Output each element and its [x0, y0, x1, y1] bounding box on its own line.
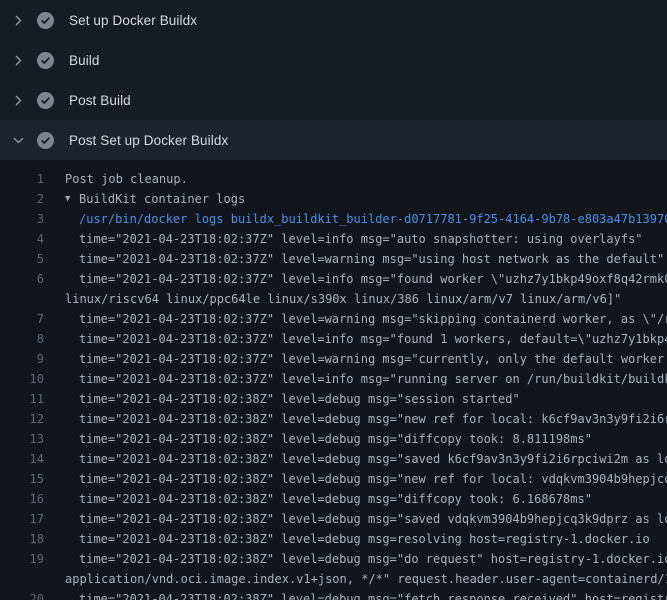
- log-line: 11 time="2021-04-23T18:02:38Z" level=deb…: [0, 389, 667, 409]
- log-line: application/vnd.oci.image.index.v1+json,…: [0, 569, 667, 589]
- log-line: 10 time="2021-04-23T18:02:37Z" level=inf…: [0, 369, 667, 389]
- log-line: 19 time="2021-04-23T18:02:38Z" level=deb…: [0, 549, 667, 569]
- log-line-number[interactable]: 6: [0, 269, 44, 289]
- step-title: Set up Docker Buildx: [69, 13, 197, 28]
- log-line: 18 time="2021-04-23T18:02:38Z" level=deb…: [0, 529, 667, 549]
- step-header-set-up-docker-buildx[interactable]: Set up Docker Buildx: [0, 0, 667, 40]
- chevron-icon[interactable]: [11, 13, 25, 27]
- log-line: 13 time="2021-04-23T18:02:38Z" level=deb…: [0, 429, 667, 449]
- log-line: 2 ▼ BuildKit container logs: [0, 189, 667, 209]
- log-line-text: time="2021-04-23T18:02:38Z" level=debug …: [79, 429, 592, 449]
- log-output: 1 Post job cleanup. 2 ▼ BuildKit contain…: [0, 160, 667, 600]
- steps-list: Set up Docker Buildx Build: [0, 0, 667, 160]
- log-line-number[interactable]: 13: [0, 429, 44, 449]
- log-line: 3 /usr/bin/docker logs buildx_buildkit_b…: [0, 209, 667, 229]
- log-line-text: time="2021-04-23T18:02:37Z" level=warnin…: [79, 309, 667, 329]
- log-line-text: time="2021-04-23T18:02:38Z" level=debug …: [79, 449, 667, 469]
- log-line-text: application/vnd.oci.image.index.v1+json,…: [65, 569, 667, 589]
- log-line-number[interactable]: 8: [0, 329, 44, 349]
- check-circle-icon: [37, 12, 54, 29]
- group-collapse-icon[interactable]: ▼: [65, 189, 79, 209]
- log-line-text: time="2021-04-23T18:02:38Z" level=debug …: [79, 509, 667, 529]
- log-line-number[interactable]: 1: [0, 169, 44, 189]
- log-line-number[interactable]: 14: [0, 449, 44, 469]
- chevron-icon[interactable]: [11, 53, 25, 67]
- step-title: Build: [69, 53, 100, 68]
- log-line-text: Post job cleanup.: [65, 169, 188, 189]
- check-circle-icon: [37, 92, 54, 109]
- log-line-number[interactable]: 20: [0, 589, 44, 600]
- log-line-text: time="2021-04-23T18:02:37Z" level=info m…: [79, 369, 667, 389]
- step-header-post-set-up-docker-buildx[interactable]: Post Set up Docker Buildx: [0, 120, 667, 160]
- log-line: 7 time="2021-04-23T18:02:37Z" level=warn…: [0, 309, 667, 329]
- step-header-build[interactable]: Build: [0, 40, 667, 80]
- log-line-text: time="2021-04-23T18:02:37Z" level=info m…: [79, 329, 667, 349]
- log-line: 1 Post job cleanup.: [0, 169, 667, 189]
- log-line-number[interactable]: 2: [0, 189, 44, 209]
- log-line-number[interactable]: 19: [0, 549, 44, 569]
- log-line: 12 time="2021-04-23T18:02:38Z" level=deb…: [0, 409, 667, 429]
- log-line-number[interactable]: 4: [0, 229, 44, 249]
- log-line-text: time="2021-04-23T18:02:37Z" level=info m…: [79, 269, 667, 289]
- step-title: Post Set up Docker Buildx: [69, 133, 228, 148]
- log-line-text: time="2021-04-23T18:02:37Z" level=warnin…: [79, 349, 667, 369]
- log-line-number[interactable]: 15: [0, 469, 44, 489]
- log-line-text: time="2021-04-23T18:02:38Z" level=debug …: [79, 549, 667, 569]
- log-line-number[interactable]: 3: [0, 209, 44, 229]
- log-line-text: BuildKit container logs: [79, 189, 245, 209]
- log-line-number[interactable]: 9: [0, 349, 44, 369]
- log-line-text: time="2021-04-23T18:02:38Z" level=debug …: [79, 529, 650, 549]
- log-line: 6 time="2021-04-23T18:02:37Z" level=info…: [0, 269, 667, 289]
- log-line-text: time="2021-04-23T18:02:37Z" level=warnin…: [79, 249, 664, 269]
- log-line-number[interactable]: 12: [0, 409, 44, 429]
- log-line-number[interactable]: 16: [0, 489, 44, 509]
- log-line-text: /usr/bin/docker logs buildx_buildkit_bui…: [79, 209, 667, 229]
- log-line: 17 time="2021-04-23T18:02:38Z" level=deb…: [0, 509, 667, 529]
- log-line: 4 time="2021-04-23T18:02:37Z" level=info…: [0, 229, 667, 249]
- log-line: linux/riscv64 linux/ppc64le linux/s390x …: [0, 289, 667, 309]
- log-line-number[interactable]: 11: [0, 389, 44, 409]
- step-header-post-build[interactable]: Post Build: [0, 80, 667, 120]
- log-line-number[interactable]: [0, 289, 44, 309]
- log-line: 5 time="2021-04-23T18:02:37Z" level=warn…: [0, 249, 667, 269]
- log-line-number[interactable]: 17: [0, 509, 44, 529]
- log-line: 14 time="2021-04-23T18:02:38Z" level=deb…: [0, 449, 667, 469]
- log-line: 8 time="2021-04-23T18:02:37Z" level=info…: [0, 329, 667, 349]
- log-line-number[interactable]: 7: [0, 309, 44, 329]
- log-line-text: time="2021-04-23T18:02:38Z" level=debug …: [79, 409, 667, 429]
- check-circle-icon: [37, 52, 54, 69]
- log-line-text: time="2021-04-23T18:02:38Z" level=debug …: [79, 589, 667, 600]
- log-line-number[interactable]: 5: [0, 249, 44, 269]
- log-line-text: time="2021-04-23T18:02:37Z" level=info m…: [79, 229, 643, 249]
- log-line: 15 time="2021-04-23T18:02:38Z" level=deb…: [0, 469, 667, 489]
- log-line-text: time="2021-04-23T18:02:38Z" level=debug …: [79, 489, 592, 509]
- log-line-number[interactable]: 10: [0, 369, 44, 389]
- chevron-icon[interactable]: [11, 133, 25, 147]
- log-line-text: linux/riscv64 linux/ppc64le linux/s390x …: [65, 289, 621, 309]
- log-line-text: time="2021-04-23T18:02:38Z" level=debug …: [79, 469, 667, 489]
- log-line: 9 time="2021-04-23T18:02:37Z" level=warn…: [0, 349, 667, 369]
- log-line: 20 time="2021-04-23T18:02:38Z" level=deb…: [0, 589, 667, 600]
- log-line-number[interactable]: 18: [0, 529, 44, 549]
- log-line: 16 time="2021-04-23T18:02:38Z" level=deb…: [0, 489, 667, 509]
- actions-log-viewer: Set up Docker Buildx Build: [0, 0, 667, 600]
- log-line-number[interactable]: [0, 569, 44, 589]
- log-line-text: time="2021-04-23T18:02:38Z" level=debug …: [79, 389, 520, 409]
- check-circle-icon: [37, 132, 54, 149]
- step-title: Post Build: [69, 93, 131, 108]
- chevron-icon[interactable]: [11, 93, 25, 107]
